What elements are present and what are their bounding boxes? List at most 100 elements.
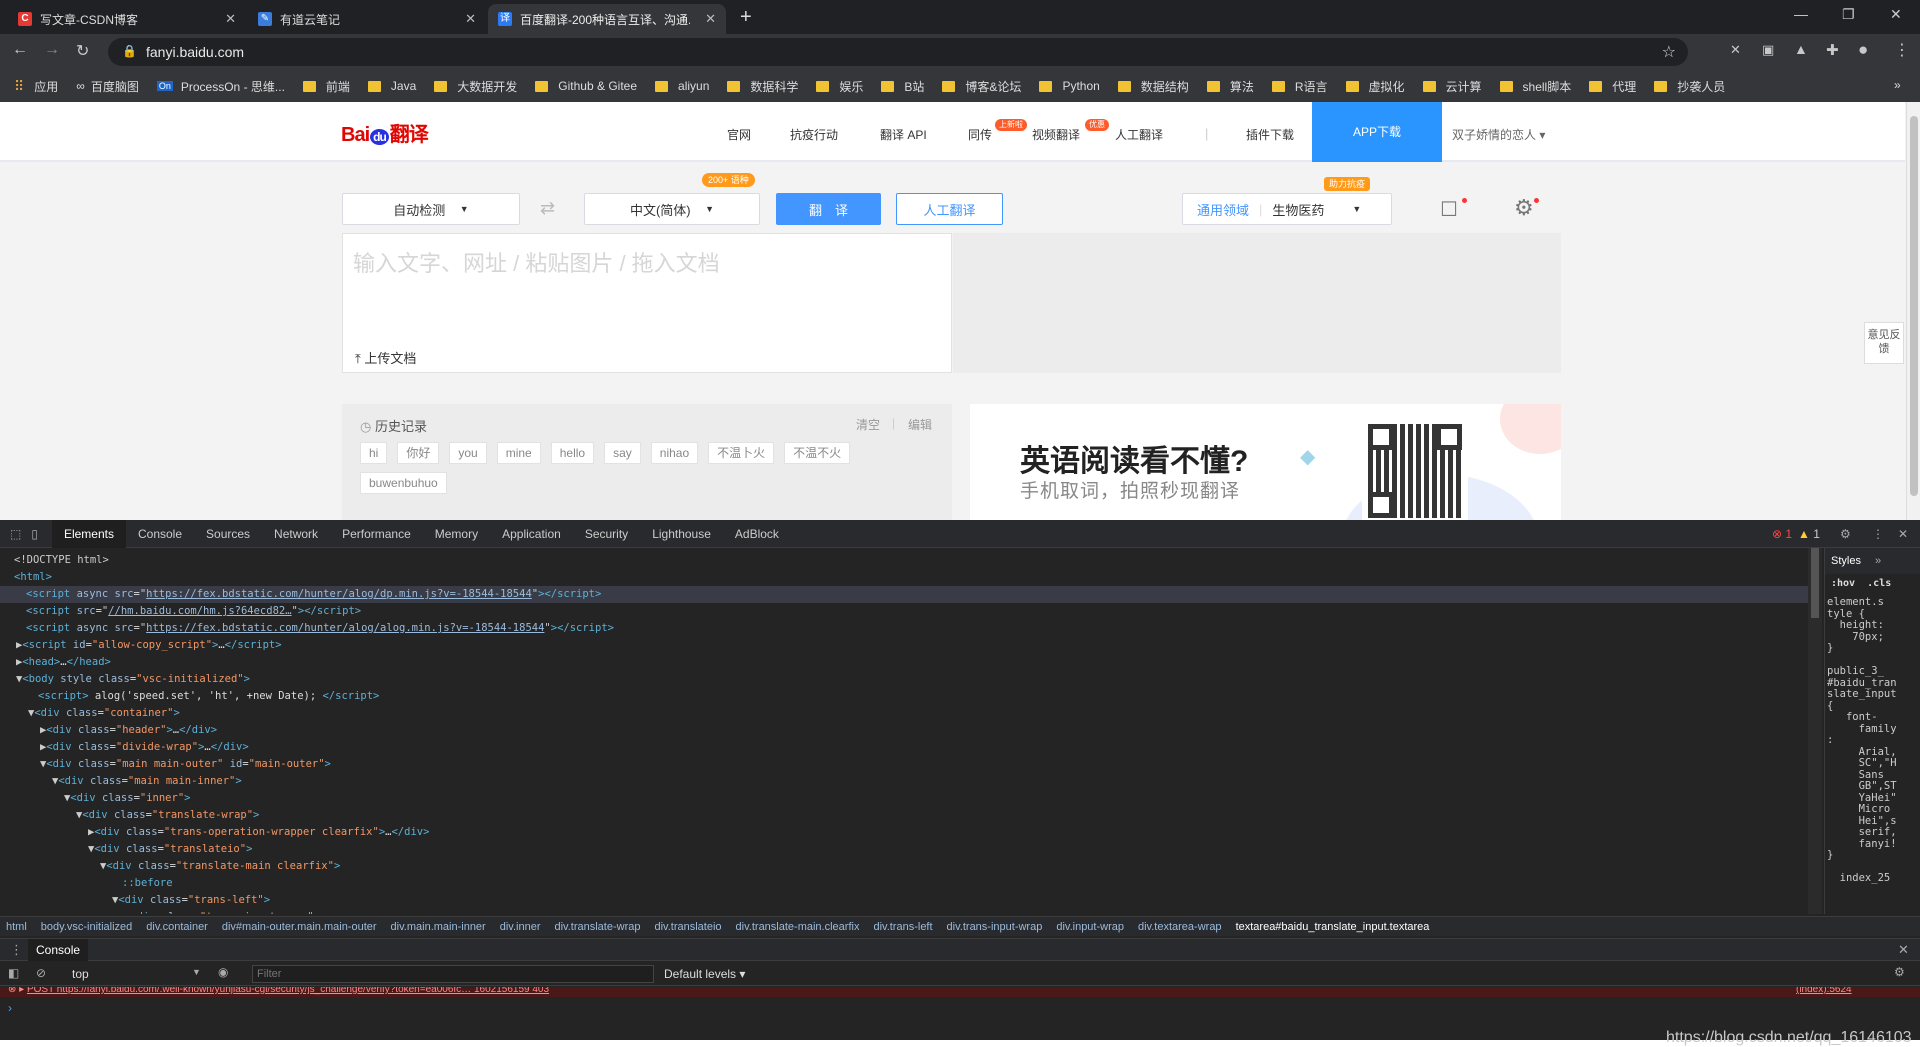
bookmark-item[interactable]: 云计算 bbox=[1422, 78, 1482, 95]
bookmark-item[interactable]: 大数据开发 bbox=[434, 78, 517, 95]
nav-human[interactable]: 人工翻译 bbox=[1115, 126, 1163, 143]
window-close-icon[interactable]: ✕ bbox=[1890, 6, 1902, 23]
devtools-tab[interactable]: Memory bbox=[423, 520, 490, 548]
clear-history-button[interactable]: 清空 bbox=[856, 416, 880, 433]
history-chip[interactable]: you bbox=[449, 442, 487, 464]
url-text[interactable]: fanyi.baidu.com bbox=[146, 44, 244, 60]
dom-node[interactable]: ▼<div class="container"> bbox=[0, 705, 1808, 722]
bookmark-item[interactable]: 娱乐 bbox=[816, 78, 863, 95]
reload-icon[interactable]: ↻ bbox=[76, 41, 89, 61]
breadcrumb-item[interactable]: div.translate-wrap bbox=[554, 921, 640, 933]
history-chip[interactable]: 你好 bbox=[397, 442, 440, 464]
nav-video[interactable]: 视频翻译 bbox=[1032, 126, 1080, 143]
devtools-tab[interactable]: Elements bbox=[51, 519, 126, 548]
bookmark-item[interactable]: 虚拟化 bbox=[1345, 78, 1405, 95]
history-chip[interactable]: hi bbox=[360, 442, 388, 464]
style-rules[interactable]: element.s tyle { height: 70px;} public_3_ #… bbox=[1825, 593, 1920, 889]
breadcrumb-item[interactable]: div.main.main-inner bbox=[391, 921, 486, 933]
breadcrumb-item[interactable]: div#main-outer.main.main-outer bbox=[222, 921, 377, 933]
devtools-tab[interactable]: Application bbox=[490, 520, 573, 548]
dom-node[interactable]: ▼<div class="translate-wrap"> bbox=[0, 807, 1808, 824]
page-scrollbar-thumb[interactable] bbox=[1910, 116, 1918, 496]
nav-api[interactable]: 翻译 API bbox=[880, 126, 927, 143]
dom-node[interactable]: ▼<div class="translate-main clearfix"> bbox=[0, 858, 1808, 875]
dom-node[interactable]: ▼<div class="main main-outer" id="main-o… bbox=[0, 756, 1808, 773]
target-language-select[interactable]: 中文(简体) ▼ bbox=[584, 193, 760, 225]
browser-tab-csdn[interactable]: C 写文章-CSDN博客 ✕ bbox=[8, 4, 246, 34]
devtools-settings-icon[interactable]: ⚙ bbox=[1840, 527, 1851, 541]
history-chip[interactable]: buwenbuhuo bbox=[360, 472, 447, 494]
bookmark-item[interactable]: 数据科学 bbox=[727, 78, 798, 95]
settings-gear-icon[interactable]: ⚙ bbox=[1514, 195, 1534, 221]
hov-toggle[interactable]: :hov bbox=[1831, 578, 1855, 589]
baidu-fanyi-logo[interactable]: Bai du 翻译 bbox=[341, 118, 429, 147]
history-chip[interactable]: mine bbox=[496, 442, 541, 464]
breadcrumb-item[interactable]: textarea#baidu_translate_input.textarea bbox=[1236, 921, 1430, 933]
nav-plugin[interactable]: 插件下载 bbox=[1246, 126, 1294, 143]
profile-avatar-icon[interactable]: ● bbox=[1858, 40, 1868, 60]
context-select[interactable]: top bbox=[72, 967, 89, 981]
translation-output-box[interactable] bbox=[953, 233, 1561, 373]
breadcrumb-item[interactable]: div.container bbox=[146, 921, 208, 933]
dom-node[interactable]: ▶<script id="allow-copy_script">…</scrip… bbox=[0, 637, 1808, 654]
new-tab-button[interactable]: + bbox=[740, 6, 752, 29]
devtools-tab[interactable]: Sources bbox=[194, 520, 262, 548]
breadcrumb-item[interactable]: div.trans-left bbox=[873, 921, 932, 933]
edit-history-button[interactable]: 编辑 bbox=[908, 416, 932, 433]
styles-tab[interactable]: Styles bbox=[1831, 555, 1861, 567]
back-arrow-icon[interactable]: ← bbox=[12, 41, 28, 59]
domain-select[interactable]: 通用领域 | 生物医药 ▼ bbox=[1182, 193, 1392, 225]
browser-menu-icon[interactable]: ⋮ bbox=[1894, 40, 1910, 60]
clear-console-icon[interactable]: ⊘ bbox=[36, 966, 46, 980]
bookmark-item[interactable]: B站 bbox=[881, 78, 924, 95]
bookmark-item[interactable]: R语言 bbox=[1271, 78, 1328, 95]
elements-scrollbar-thumb[interactable] bbox=[1811, 548, 1819, 618]
log-levels-select[interactable]: Default levels ▾ bbox=[664, 967, 745, 981]
device-toolbar-icon[interactable]: ▯ bbox=[29, 527, 52, 541]
breadcrumb-item[interactable]: div.textarea-wrap bbox=[1138, 921, 1222, 933]
bookmark-item[interactable]: 抄袭人员 bbox=[1654, 78, 1725, 95]
source-textarea[interactable]: 输入文字、网址 / 粘贴图片 / 拖入文档 bbox=[353, 246, 720, 278]
history-chip[interactable]: hello bbox=[550, 442, 595, 464]
close-tab-icon[interactable]: ✕ bbox=[465, 11, 476, 27]
swap-languages-icon[interactable]: ⇄ bbox=[540, 198, 555, 219]
translate-button[interactable]: 翻 译 bbox=[776, 193, 881, 225]
close-tab-icon[interactable]: ✕ bbox=[225, 11, 236, 27]
dom-node[interactable]: ▼<div class="translateio"> bbox=[0, 841, 1808, 858]
breadcrumb-item[interactable]: body.vsc-initialized bbox=[41, 921, 133, 933]
dom-node[interactable]: ▼<body style class="vsc-initialized"> bbox=[0, 671, 1808, 688]
devtools-tab[interactable]: Security bbox=[573, 520, 640, 548]
error-count[interactable]: ⊗ 1 bbox=[1772, 527, 1792, 541]
browser-tab-baidu-fanyi[interactable]: 译 百度翻译-200种语言互译、沟通... ✕ bbox=[488, 4, 726, 34]
bookmark-item[interactable]: Java bbox=[367, 79, 416, 93]
breadcrumb-item[interactable]: div.input-wrap bbox=[1056, 921, 1124, 933]
breadcrumb-item[interactable]: html bbox=[6, 921, 27, 933]
dom-node[interactable]: ▼<div class="trans-left"> bbox=[0, 892, 1808, 909]
close-tab-icon[interactable]: ✕ bbox=[705, 11, 716, 27]
cls-toggle[interactable]: .cls bbox=[1867, 578, 1891, 589]
nav-anti-epidemic[interactable]: 抗疫行动 bbox=[790, 126, 838, 143]
dom-node[interactable]: <html> bbox=[0, 569, 1808, 586]
dom-node[interactable]: <!DOCTYPE html> bbox=[0, 552, 1808, 569]
devtools-tab[interactable]: Network bbox=[262, 520, 330, 548]
breadcrumb-item[interactable]: div.inner bbox=[500, 921, 541, 933]
bookmark-item[interactable]: 前端 bbox=[302, 78, 350, 95]
dom-node[interactable]: <script async src="https://fex.bdstatic.… bbox=[0, 620, 1808, 637]
minimize-icon[interactable]: — bbox=[1794, 6, 1808, 22]
bookmark-item[interactable]: 算法 bbox=[1206, 78, 1254, 95]
devtools-tab[interactable]: Lighthouse bbox=[640, 520, 723, 548]
app-ad-banner[interactable]: 英语阅读看不懂? 手机取词，拍照秒现翻译 ◆ bbox=[970, 404, 1561, 520]
drawer-menu-icon[interactable]: ⋮ bbox=[10, 942, 23, 958]
nav-simultaneous[interactable]: 同传 bbox=[968, 126, 992, 143]
dom-node[interactable]: ▶<div class="trans-input-wrap"> bbox=[0, 909, 1808, 914]
console-prompt-icon[interactable]: › bbox=[8, 1001, 12, 1015]
devtools-tab[interactable]: Console bbox=[126, 520, 194, 548]
feedback-button[interactable]: 意见反馈 bbox=[1864, 322, 1904, 364]
dom-node[interactable]: ▶<div class="trans-operation-wrapper cle… bbox=[0, 824, 1808, 841]
history-chip[interactable]: 不温不火 bbox=[784, 442, 851, 464]
dom-node[interactable]: <script> alog('speed.set', 'ht', +new Da… bbox=[0, 688, 1808, 705]
more-bookmarks-button[interactable]: » bbox=[1894, 78, 1901, 92]
history-chip[interactable]: nihao bbox=[650, 442, 699, 464]
breadcrumb-item[interactable]: div.trans-input-wrap bbox=[947, 921, 1043, 933]
bookmark-item[interactable]: aliyun bbox=[655, 79, 709, 93]
